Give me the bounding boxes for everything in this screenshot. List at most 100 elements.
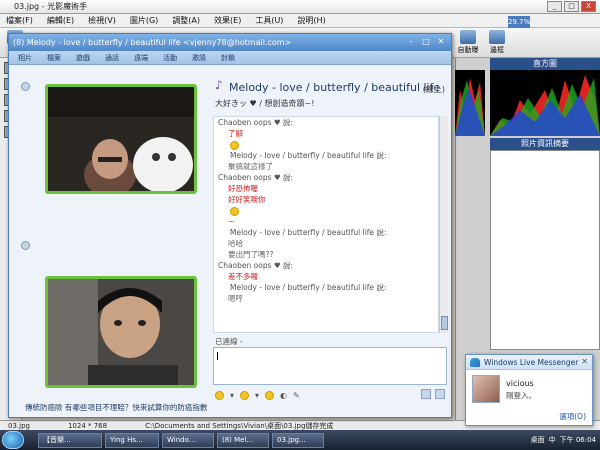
close-button[interactable]: X: [581, 1, 596, 12]
menu-help[interactable]: 說明(H): [297, 15, 325, 26]
chat-text: Chaoben oops ♥ 說:: [218, 261, 294, 270]
text-format-icon[interactable]: [435, 389, 445, 399]
nudge-icon[interactable]: ◐: [280, 391, 287, 400]
notification-header: Windows Live Messenger ✕: [466, 355, 592, 370]
chat-message-line: 要出門了嗎??: [218, 249, 438, 260]
ad-banner[interactable]: 傳統防癌險 有哪些項目不理賠？快來試算你的防癌指數: [25, 402, 285, 414]
messenger-minimize-button[interactable]: –: [405, 37, 417, 47]
chat-sender-line: Melody - love / butterfly / beautiful li…: [218, 282, 438, 293]
font-icon[interactable]: ✎: [293, 391, 300, 400]
chat-text: 好好笑噢你: [228, 195, 266, 204]
chat-text: Melody - love / butterfly / beautiful li…: [230, 151, 387, 160]
chat-emoticon: [218, 139, 438, 150]
messenger-maximize-button[interactable]: □: [420, 37, 432, 47]
message-input[interactable]: [213, 347, 447, 385]
chat-history[interactable]: Chaoben oops ♥ 說: 了解 Melody - love / butte…: [213, 116, 439, 333]
border-button[interactable]: 邊框: [484, 30, 510, 55]
toolbar-files[interactable]: 檔案: [47, 53, 61, 63]
chat-text: ~: [228, 217, 235, 226]
frame-icon: [489, 30, 505, 44]
messenger-titlebar: (8) Melody - love / butterfly / beautifu…: [9, 34, 451, 51]
notification-action: 剛登入。: [506, 391, 536, 400]
menu-file[interactable]: 檔案(F): [6, 15, 33, 26]
taskbar-item-windows[interactable]: Windo...: [162, 432, 214, 448]
contact-name[interactable]: Melody - love / butterfly / beautiful li…: [229, 81, 440, 94]
toolbar-photos[interactable]: 相片: [18, 53, 32, 63]
chat-text: Chaoben oops ♥ 說:: [218, 173, 294, 182]
chat-text: Melody - love / butterfly / beautiful li…: [230, 228, 387, 237]
video-side-controls: [21, 82, 31, 382]
dropdown-icon[interactable]: ▾: [230, 391, 234, 400]
histogram-partial: [455, 70, 485, 136]
signin-notification[interactable]: Windows Live Messenger ✕ vicious 剛登入。 選項…: [465, 354, 593, 426]
chat-message-line: 好恐怖喔: [218, 183, 438, 194]
ime-indicator[interactable]: 中: [549, 435, 556, 445]
menu-image[interactable]: 圖片(G): [130, 15, 158, 26]
minimize-button[interactable]: _: [547, 1, 562, 12]
messenger-logo-icon: [470, 357, 480, 367]
chat-message-line: 好好笑噢你: [218, 194, 438, 205]
chat-sender-line: Chaoben oops ♥ 說:: [218, 117, 438, 128]
histogram-title: 直方圖: [490, 58, 600, 70]
pen-icon[interactable]: [421, 389, 431, 399]
chat-message-line: 哈哈: [218, 238, 438, 249]
contact-personal-message: 大好きッ ♥ / 想創造奇蹟~!: [215, 99, 315, 108]
wink-icon[interactable]: [240, 390, 250, 400]
voice-clip-icon[interactable]: [265, 390, 275, 400]
messenger-close-button[interactable]: ✕: [435, 37, 447, 47]
photo-info-title: 照片資訊摘要: [490, 138, 600, 150]
notification-title: Windows Live Messenger: [484, 357, 579, 367]
taskbar-item-music[interactable]: 【音樂...: [38, 432, 102, 448]
emoticon-icon[interactable]: [215, 390, 224, 400]
scroll-thumb[interactable]: [441, 316, 448, 330]
system-tray: 桌面 中 下午 06:04: [527, 430, 600, 450]
expand-icon[interactable]: [21, 241, 30, 250]
messenger-title: (8) Melody - love / butterfly / beautifu…: [13, 38, 292, 47]
toolbar-invite[interactable]: 邀請: [192, 53, 206, 63]
taskbar-item-ying[interactable]: Ying Hs...: [105, 432, 159, 448]
music-note-icon: ♪: [215, 78, 223, 92]
smiley-icon: [230, 140, 239, 150]
desktop-toolbar[interactable]: 桌面: [531, 435, 545, 445]
messenger-chat-window: (8) Melody - love / butterfly / beautifu…: [8, 33, 452, 418]
contact-header: ♪ Melody - love / butterfly / beautiful …: [215, 78, 451, 114]
chat-sender-line: Melody - love / butterfly / beautiful li…: [218, 227, 438, 238]
chat-sender-line: Chaoben oops ♥ 說:: [218, 260, 438, 271]
menu-edit[interactable]: 編輯(E): [47, 15, 74, 26]
menu-adjust[interactable]: 調整(A): [172, 15, 200, 26]
notification-contact-name: vicious: [506, 379, 534, 388]
toolbar-activities[interactable]: 活動: [163, 53, 177, 63]
notification-options-link[interactable]: 選項(O): [559, 411, 586, 422]
expand-icon[interactable]: [21, 82, 30, 91]
contact-avatar: [472, 375, 500, 403]
chat-text: 哈哈: [228, 239, 243, 248]
toolbar-games[interactable]: 遊戲: [76, 53, 90, 63]
chat-text: 嗯哼: [228, 294, 243, 303]
status-message: C:\Documents and Settings\Vivian\桌面\03.j…: [145, 421, 334, 430]
toolbar-remote[interactable]: 遠端: [134, 53, 148, 63]
emoticon-toolbar: ▾ ▾ ◐ ✎: [215, 388, 447, 402]
contact-webcam-video: [45, 84, 197, 194]
chat-text: 聚搞就這樣了: [228, 162, 273, 171]
auto-exposure-button[interactable]: 自動曝: [455, 30, 481, 55]
toolbar-block[interactable]: 封鎖: [221, 53, 235, 63]
start-button[interactable]: [2, 431, 24, 449]
menu-effects[interactable]: 效果(E): [214, 15, 241, 26]
chat-scrollbar[interactable]: [439, 116, 448, 333]
menu-tools[interactable]: 工具(U): [255, 15, 283, 26]
smiley-icon: [230, 206, 239, 216]
chat-text: Melody - love / butterfly / beautiful li…: [230, 283, 387, 292]
maximize-button[interactable]: □: [564, 1, 579, 12]
chat-text: 了解: [228, 129, 243, 138]
chat-sender-line: Melody - love / butterfly / beautiful li…: [218, 150, 438, 161]
menu-view[interactable]: 檢視(V): [88, 15, 116, 26]
taskbar-item-photo[interactable]: 03.jpg...: [272, 432, 324, 448]
dropdown-icon[interactable]: ▾: [255, 391, 259, 400]
toolbar-call[interactable]: 通話: [105, 53, 119, 63]
notification-close-icon[interactable]: ✕: [581, 357, 588, 366]
chat-emoticon: [218, 205, 438, 216]
taskbar-item-messenger[interactable]: (8) Mel...: [217, 432, 269, 448]
histogram: [490, 70, 600, 136]
chat-text: 差不多囉: [228, 272, 258, 281]
chat-text: Chaoben oops ♥ 說:: [218, 118, 294, 127]
